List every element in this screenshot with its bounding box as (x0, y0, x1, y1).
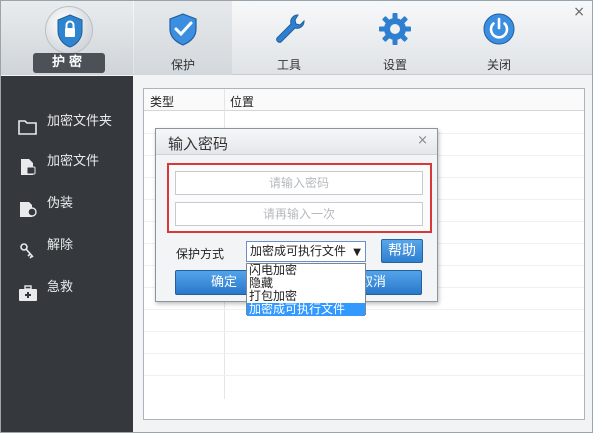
column-header-location[interactable]: 位置 (230, 93, 254, 110)
tab-protect[interactable]: 保护 (134, 1, 232, 75)
sidebar-item-encrypt-folder[interactable]: 加密文件夹 (1, 102, 133, 142)
logo-text: 护密 (33, 53, 105, 73)
list-header: 类型 位置 (144, 89, 584, 111)
password-input[interactable] (175, 171, 423, 195)
app-logo: 护密 (1, 1, 133, 75)
sidebar-item-label: 加密文件 (47, 154, 100, 169)
protection-mode-value: 加密成可执行文件 (250, 244, 347, 258)
dialog-title-bar: 输入密码 × (156, 129, 437, 155)
row-divider (144, 375, 584, 376)
power-icon (481, 11, 517, 47)
sidebar-item-label: 加密文件夹 (47, 114, 113, 129)
dropdown-arrow-icon: ▼ (353, 247, 361, 258)
sidebar-item-label: 伪装 (47, 196, 74, 211)
sidebar-item-encrypt-file[interactable]: 加密文件 (1, 142, 133, 182)
dialog-close-icon[interactable]: × (417, 133, 428, 148)
lock-shield-logo-icon (45, 6, 93, 54)
tab-close-label: 关闭 (486, 58, 511, 72)
sidebar-item-first-aid[interactable]: 急救 (1, 268, 133, 308)
first-aid-kit-icon (18, 279, 38, 301)
tab-settings[interactable]: 设置 (346, 1, 444, 75)
help-button[interactable]: 帮助 (381, 239, 423, 263)
dialog-title: 输入密码 (168, 135, 229, 153)
app-window: 护密 保护 工具 设置 关闭 × 加密文件夹 加密文件 伪装 解除 急救 类型 … (0, 0, 593, 433)
mode-option-executable[interactable]: 加密成可执行文件 (247, 303, 365, 316)
tab-tools-label: 工具 (276, 58, 301, 72)
sidebar-item-decrypt[interactable]: 解除 (1, 226, 133, 266)
tab-tools[interactable]: 工具 (240, 1, 338, 75)
gear-icon (377, 11, 413, 47)
file-icon (18, 153, 38, 175)
row-divider (144, 353, 584, 354)
column-header-type[interactable]: 类型 (150, 93, 174, 110)
tab-protect-label: 保护 (170, 58, 195, 72)
window-close-icon[interactable]: × (573, 4, 585, 20)
confirm-password-input[interactable] (175, 202, 423, 226)
password-fields-highlight (167, 163, 432, 233)
sidebar: 加密文件夹 加密文件 伪装 解除 急救 (1, 76, 133, 432)
protection-mode-select[interactable]: 加密成可执行文件 ▼ (246, 241, 366, 262)
top-toolbar: 护密 保护 工具 设置 关闭 × (1, 1, 592, 75)
sidebar-item-disguise[interactable]: 伪装 (1, 184, 133, 224)
key-icon (18, 237, 38, 259)
sidebar-item-label: 急救 (47, 280, 74, 295)
tab-close[interactable]: 关闭 (450, 1, 548, 75)
sidebar-item-label: 解除 (47, 238, 74, 253)
protection-mode-label: 保护方式 (176, 247, 225, 261)
tab-settings-label: 设置 (382, 58, 407, 72)
row-divider (144, 331, 584, 332)
protection-mode-dropdown: 闪电加密 隐藏 打包加密 加密成可执行文件 (246, 263, 366, 316)
mask-icon (18, 195, 38, 217)
wrench-icon (271, 11, 307, 47)
shield-icon (165, 11, 201, 47)
folder-icon (18, 113, 38, 135)
